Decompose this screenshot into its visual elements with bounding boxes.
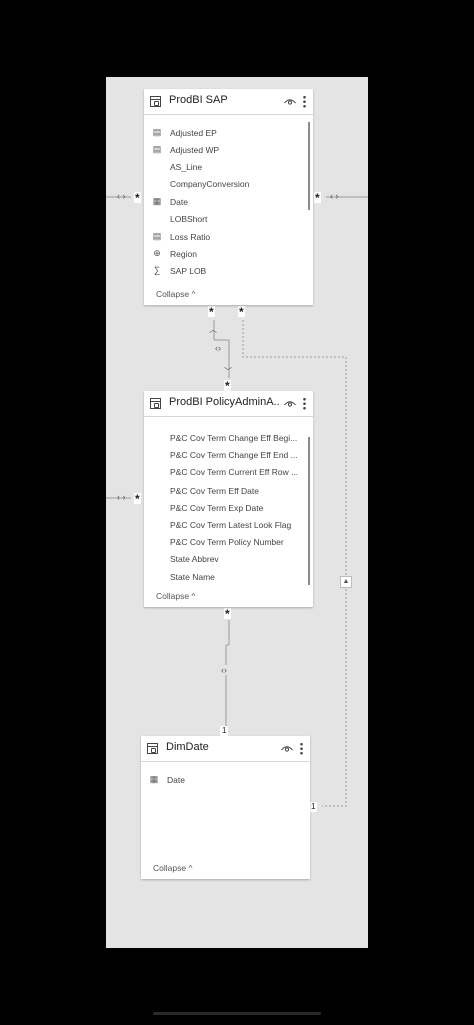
calendar-icon: ▦ — [149, 774, 159, 784]
many-cardinality: * — [224, 379, 231, 393]
table-header[interactable]: ProdBI SAP — [144, 89, 313, 115]
field-row[interactable]: P&C Cov Term Change Eff End ... — [144, 446, 307, 463]
field-label: Date — [167, 775, 185, 785]
bidirectional-filter-icon[interactable]: ‹ › — [117, 492, 126, 502]
many-cardinality: * — [134, 492, 141, 506]
field-label: State Abbrev — [170, 554, 219, 564]
field-row[interactable]: ⊕ Region — [144, 245, 307, 262]
field-row[interactable]: ▤ Adjusted WP — [144, 141, 307, 158]
home-indicator — [153, 1012, 321, 1015]
field-row[interactable]: CompanyConversion — [144, 175, 307, 192]
field-label: Adjusted EP — [170, 128, 217, 138]
scrollbar[interactable] — [308, 437, 310, 585]
field-row[interactable]: AS_Line — [144, 158, 307, 175]
field-row[interactable]: P&C Cov Term Latest Look Flag — [144, 516, 307, 533]
table-card-dimdate[interactable]: DimDate ▦ Date Collapse ^ — [141, 736, 310, 879]
chevron-up-icon: ^ — [191, 289, 196, 299]
field-label: P&C Cov Term Change Eff Begi... — [170, 433, 298, 443]
collapse-button[interactable]: Collapse ^ — [156, 591, 195, 601]
bidirectional-filter-icon[interactable]: ‹ › — [330, 191, 339, 201]
field-label: LOBShort — [170, 214, 208, 224]
collapse-button[interactable]: Collapse ^ — [153, 863, 192, 873]
bidirectional-filter-icon[interactable]: ‹ › — [117, 191, 126, 201]
field-row[interactable]: State Abbrev — [144, 550, 307, 567]
scrollbar[interactable] — [308, 122, 310, 210]
table-measure-icon: ▤ — [152, 231, 162, 241]
field-row[interactable]: P&C Cov Term Change Eff Begi... — [144, 429, 307, 446]
collapse-button[interactable]: Collapse ^ — [156, 289, 195, 299]
field-row[interactable]: ▦ Date — [141, 771, 304, 788]
table-card-prodbi-sap[interactable]: ProdBI SAP ▤ Adjusted EP ▤ Adjusted WP AS_… — [144, 89, 313, 305]
more-options-icon[interactable] — [303, 397, 306, 410]
table-title: DimDate — [166, 741, 209, 753]
chevron-down-icon: ﹀ — [224, 367, 232, 376]
chevron-up-icon: ^ — [188, 863, 193, 873]
field-label: P&C Cov Term Latest Look Flag — [170, 520, 292, 530]
field-label: P&C Cov Term Eff Date — [170, 486, 259, 496]
table-title: ProdBI PolicyAdminA... — [169, 396, 279, 408]
table-title: ProdBI SAP — [169, 94, 228, 106]
chevron-up-icon: ︿ — [209, 325, 217, 334]
many-cardinality: * — [224, 607, 231, 621]
field-row[interactable]: P&C Cov Term Exp Date — [144, 499, 307, 516]
collapse-label: Collapse — [156, 591, 190, 601]
sigma-icon: ∑ — [153, 265, 161, 275]
many-cardinality: * — [238, 305, 245, 319]
field-row[interactable]: P&C Cov Term Policy Number — [144, 533, 307, 550]
field-row[interactable]: ∑ SAP LOB — [144, 262, 307, 279]
many-cardinality: * — [208, 305, 215, 319]
table-measure-icon: ▤ — [152, 127, 162, 137]
field-label: Date — [170, 197, 188, 207]
field-label: SAP LOB — [170, 266, 207, 276]
more-options-icon[interactable] — [300, 742, 303, 755]
eye-icon[interactable] — [281, 745, 293, 752]
field-label: AS_Line — [170, 162, 203, 172]
up-arrow-filter-icon[interactable]: ▲ — [340, 576, 352, 588]
field-row[interactable]: ▦ Date — [144, 193, 307, 210]
field-row[interactable]: LOBShort — [144, 210, 307, 227]
table-header[interactable]: DimDate — [141, 736, 310, 762]
field-row[interactable]: State Name — [144, 568, 307, 585]
field-label: P&C Cov Term Current Eff Row ... — [170, 467, 299, 477]
field-row[interactable]: P&C Cov Term Eff Date — [144, 482, 307, 499]
field-label: P&C Cov Term Exp Date — [170, 503, 264, 513]
field-label: Region — [170, 249, 197, 259]
table-card-prodbi-policyadmin[interactable]: ProdBI PolicyAdminA... P&C Cov Term Chan… — [144, 391, 313, 607]
collapse-label: Collapse — [156, 289, 190, 299]
field-label: Loss Ratio — [170, 232, 211, 242]
eye-icon[interactable] — [284, 400, 296, 407]
table-icon — [150, 96, 161, 107]
many-cardinality: * — [314, 191, 321, 205]
field-label: CompanyConversion — [170, 179, 250, 189]
table-measure-icon: ▤ — [152, 144, 162, 154]
eye-icon[interactable] — [284, 98, 296, 105]
field-row[interactable]: ▤ Loss Ratio — [144, 228, 307, 245]
field-label: P&C Cov Term Change Eff End ... — [170, 450, 298, 460]
field-row[interactable]: ▤ Adjusted EP — [144, 124, 307, 141]
field-label: P&C Cov Term Policy Number — [170, 537, 284, 547]
field-label: State Name — [170, 572, 215, 582]
one-cardinality: 1 — [309, 802, 318, 812]
many-cardinality: * — [134, 191, 141, 205]
table-icon — [147, 743, 158, 754]
table-icon — [150, 398, 161, 409]
field-label: Adjusted WP — [170, 145, 220, 155]
more-options-icon[interactable] — [303, 95, 306, 108]
calendar-hierarchy-icon: ▦ — [152, 196, 162, 206]
bidirectional-filter-icon[interactable]: ‹› — [221, 665, 227, 675]
collapse-label: Collapse — [153, 863, 187, 873]
table-header[interactable]: ProdBI PolicyAdminA... — [144, 391, 313, 417]
chevron-up-icon: ^ — [191, 591, 196, 601]
bidirectional-filter-icon[interactable]: ‹› — [215, 343, 221, 353]
globe-icon: ⊕ — [153, 248, 161, 258]
field-row[interactable]: P&C Cov Term Current Eff Row ... — [144, 463, 307, 480]
one-cardinality: 1 — [220, 726, 229, 736]
